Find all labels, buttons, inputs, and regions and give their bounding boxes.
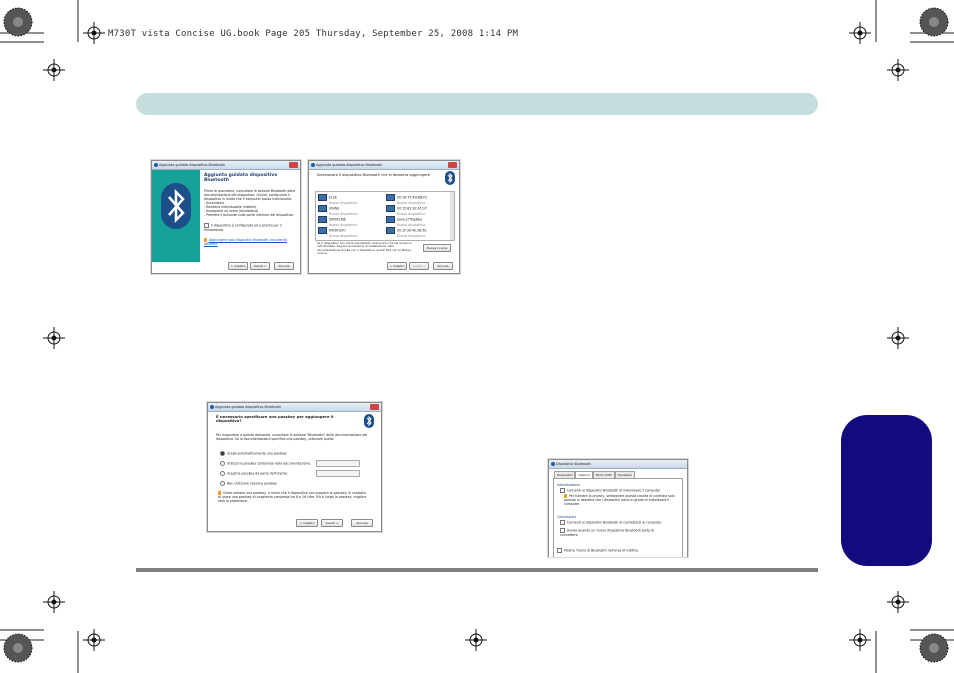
- device-list[interactable]: ELSE Nuovo dispositivo 00:1A:75:4D:8B:F2 N…: [315, 191, 455, 241]
- window-title: Aggiunta guidata dispositivo Bluetooth: [215, 405, 281, 409]
- list-item[interactable]: MICROLVO Nuovo dispositivo: [318, 227, 380, 238]
- list-item[interactable]: ELSE Nuovo dispositivo: [318, 194, 380, 205]
- scrollbar[interactable]: [450, 192, 454, 240]
- own-passkey-input[interactable]: [316, 470, 360, 477]
- select-heading: Selezionare il dispositivo Bluetooth che…: [317, 173, 431, 177]
- radio[interactable]: [220, 471, 225, 476]
- bt-devices-options-screenshot: Dispositivi Bluetooth Dispositivi Opzioni…: [548, 459, 688, 557]
- wizard-select-screenshot: Aggiunta guidata dispositivo Bluetooth S…: [308, 160, 460, 274]
- cancel-button[interactable]: Annulla: [351, 519, 373, 527]
- device-icon: [318, 216, 327, 223]
- close-icon[interactable]: [289, 162, 298, 168]
- window-title: Aggiunta guidata dispositivo Bluetooth: [159, 163, 225, 167]
- checkbox[interactable]: [560, 520, 565, 525]
- trusted-devices-link[interactable]: Aggiungere solo dispositivi Bluetooth co…: [204, 238, 296, 246]
- ready-checkbox-row[interactable]: Il dispositivo è configurato ed è pronto…: [204, 223, 296, 232]
- cancel-button[interactable]: Annulla: [433, 262, 453, 270]
- radio[interactable]: [220, 481, 225, 486]
- next-button[interactable]: Avanti >: [321, 519, 343, 527]
- window-title: Dispositivi Bluetooth: [556, 462, 592, 466]
- cancel-button[interactable]: Annulla: [274, 262, 294, 270]
- tab-porte-com[interactable]: Porte COM: [592, 471, 615, 478]
- radio[interactable]: [220, 461, 225, 466]
- registration-target-icon: [43, 22, 909, 651]
- tab-strip: Dispositivi Opzioni Porte COM Hardware: [554, 471, 635, 478]
- privacy-warning: Per tutelare la privacy, selezionare que…: [564, 494, 675, 506]
- list-item[interactable]: pavo.27flap8ba Nuovo dispositivo: [386, 216, 448, 227]
- device-icon: [386, 227, 395, 234]
- title-bar: Aggiunta guidata dispositivo Bluetooth: [208, 403, 381, 412]
- group2-title: Connessioni: [557, 515, 577, 519]
- title-bar: Dispositivi Bluetooth: [549, 460, 687, 469]
- tab-hardware[interactable]: Hardware: [614, 471, 635, 478]
- alert-checkbox-row[interactable]: Avvisa quando un nuovo dispositivo Bluet…: [560, 528, 670, 537]
- passkey-option-auto[interactable]: Scegli automaticamente una passkey: [220, 451, 330, 456]
- wizard-intro-screenshot: Aggiunta guidata dispositivo Bluetooth A…: [151, 160, 301, 274]
- section-header-bar: [136, 93, 818, 115]
- select-note: Se il dispositivo non viene visualizzato…: [317, 241, 412, 256]
- wizard-side-panel: [152, 170, 200, 262]
- close-icon[interactable]: [370, 404, 379, 410]
- wizard-body: Prima di procedere, consultare la sezion…: [204, 189, 296, 201]
- passkey-option-none[interactable]: Non utilizzare nessuna passkey: [220, 481, 330, 486]
- bluetooth-icon: [154, 163, 158, 167]
- title-bar: Aggiunta guidata dispositivo Bluetooth: [309, 161, 459, 170]
- back-button[interactable]: < Indietro: [387, 262, 407, 270]
- passkey-body: Per rispondere a questa domanda, consult…: [216, 433, 368, 441]
- list-item[interactable]: 00:1F:3A:4E:2B:6C Nuovo dispositivo: [386, 227, 448, 238]
- bluetooth-icon: [210, 405, 214, 409]
- device-icon: [318, 227, 327, 234]
- bluetooth-icon: [551, 462, 555, 466]
- window-title: Aggiunta guidata dispositivo Bluetooth: [316, 163, 382, 167]
- discovery-checkbox-row[interactable]: Consenti ai dispositivi Bluetooth di ind…: [560, 488, 678, 493]
- group1-title: Individuazione: [557, 483, 581, 487]
- passkey-warning: Usare sempre una passkey, a meno che il …: [218, 491, 367, 503]
- bluetooth-logo-icon: [445, 171, 455, 185]
- passkey-heading: È necessario specificare una passkey per…: [216, 414, 334, 423]
- list-item[interactable]: DRIVELINE Nuovo dispositivo: [318, 216, 380, 227]
- checkbox[interactable]: [557, 548, 562, 553]
- device-icon: [386, 194, 395, 201]
- list-item[interactable]: 00:15:83:3E:A5:37 Nuovo dispositivo: [386, 205, 448, 216]
- next-button[interactable]: Avanti >: [250, 262, 270, 270]
- tab-opzioni[interactable]: Opzioni: [575, 471, 593, 478]
- next-button[interactable]: Avanti >: [409, 262, 429, 270]
- tab-panel: Individuazione Consenti ai dispositivi B…: [553, 478, 683, 557]
- passkey-option-doc[interactable]: Utilizza la passkey contenuta nella docu…: [220, 461, 330, 466]
- language-side-tab: [841, 415, 932, 566]
- wizard-heading-2: Bluetooth: [204, 178, 229, 183]
- back-button[interactable]: < Indietro: [228, 262, 248, 270]
- wizard-bullet: - Premere il pulsante sulla parte inferi…: [204, 213, 294, 217]
- device-icon: [386, 216, 395, 223]
- list-item[interactable]: 00:1A:75:4D:8B:F2 Nuovo dispositivo: [386, 194, 448, 205]
- title-bar: Aggiunta guidata dispositivo Bluetooth: [152, 161, 300, 170]
- bluetooth-logo-icon: [161, 183, 191, 229]
- device-icon: [318, 205, 327, 212]
- radio[interactable]: [220, 451, 225, 456]
- checkbox[interactable]: [560, 488, 565, 493]
- notify-icon-checkbox-row[interactable]: Mostra l'icona di Bluetooth nell'area di…: [557, 548, 677, 553]
- rescan-button[interactable]: Nuova ricerca: [423, 244, 451, 252]
- connect-checkbox-row[interactable]: Consenti ai dispositivi Bluetooth di con…: [560, 520, 678, 525]
- device-icon: [318, 194, 327, 201]
- doc-passkey-input[interactable]: [316, 460, 360, 467]
- wizard-passkey-screenshot: Aggiunta guidata dispositivo Bluetooth È…: [207, 402, 382, 532]
- device-icon: [386, 205, 395, 212]
- bluetooth-icon: [311, 163, 315, 167]
- bluetooth-logo-icon: [364, 414, 374, 428]
- close-icon[interactable]: [448, 162, 457, 168]
- list-item[interactable]: JOHNS Nuovo dispositivo: [318, 205, 380, 216]
- footer-rule: [136, 568, 818, 572]
- tab-dispositivi[interactable]: Dispositivi: [554, 471, 576, 478]
- passkey-option-own[interactable]: Scegli la passkey da parte dell'utente:: [220, 471, 330, 476]
- back-button[interactable]: < Indietro: [296, 519, 318, 527]
